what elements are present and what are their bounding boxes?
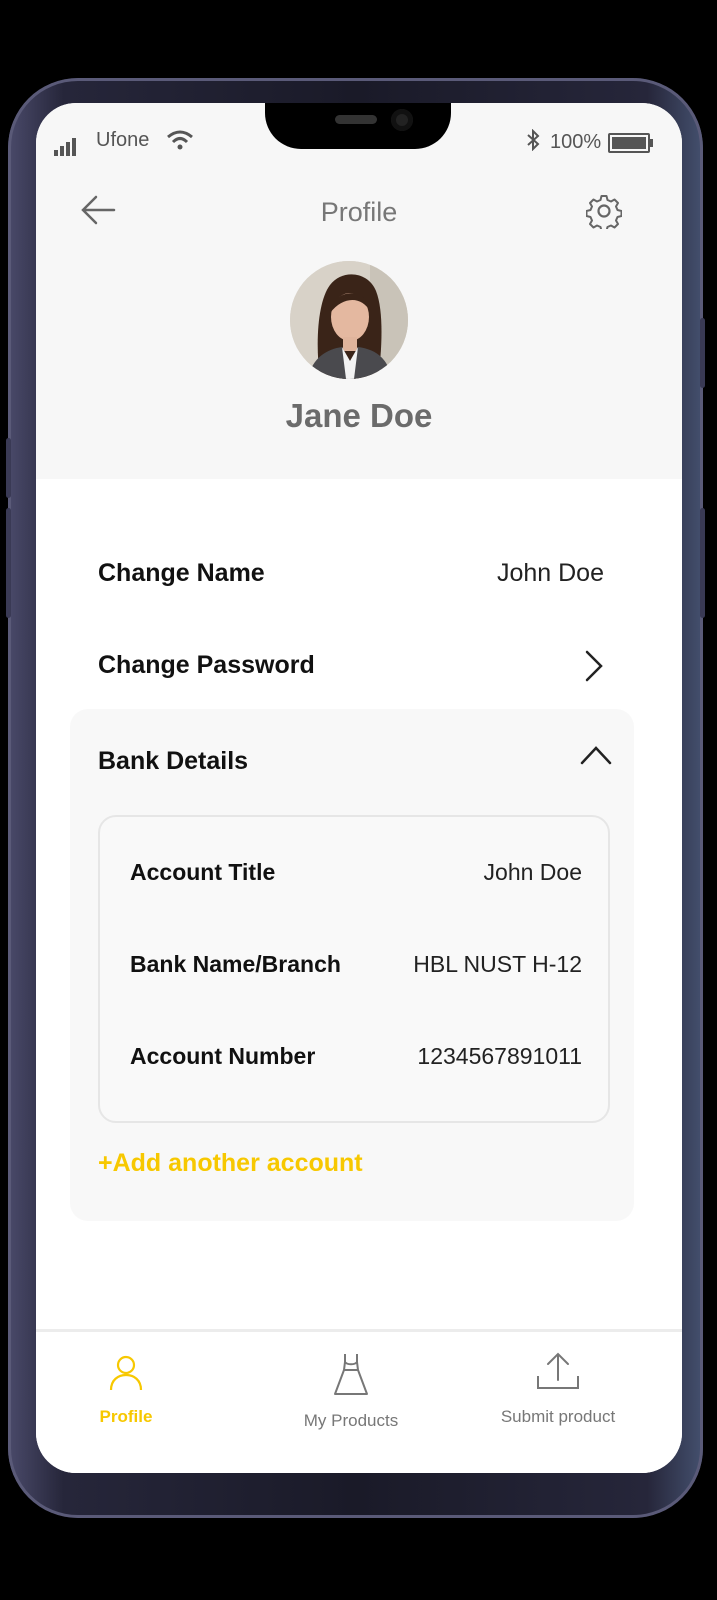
add-account-link[interactable]: +Add another account [98,1149,363,1178]
account-number-row: Account Number 1234567891011 [130,1043,582,1079]
change-password-label: Change Password [98,651,315,679]
chevron-right-icon[interactable] [584,649,604,683]
volume-button [6,508,11,618]
change-name-label: Change Name [98,559,265,587]
carrier-name: Ufone [96,129,150,151]
speaker [335,115,377,124]
battery-icon [608,133,653,153]
wifi-icon [167,130,193,150]
front-camera [391,109,413,131]
user-icon [109,1355,143,1391]
nav-bar: Profile [36,191,682,231]
account-title-label: Account Title [130,859,276,885]
profile-name: Jane Doe [285,397,433,434]
tab-profile-label: Profile [99,1407,153,1426]
power-button [700,318,705,388]
battery-percent: 100% [550,131,602,153]
chevron-up-icon[interactable] [580,745,612,765]
tab-submit-product[interactable]: Submit product [458,1352,658,1427]
tab-my-products-label: My Products [303,1411,399,1430]
tab-my-products[interactable]: My Products [251,1352,451,1431]
app-screen: Ufone 100% Profile Jane Doe Change Name … [36,103,682,1473]
account-title-value: John Doe [483,859,582,885]
bank-name-row: Bank Name/Branch HBL NUST H-12 [130,951,582,987]
notch [265,103,451,149]
profile-header: Ufone 100% Profile Jane Doe [36,103,682,479]
signal-icon [54,133,78,156]
avatar-photo [290,261,408,379]
bank-details-label[interactable]: Bank Details [98,747,248,776]
bank-details-section: Bank Details Account Title John Doe Bank… [70,709,634,1221]
side-button [700,508,705,618]
bank-name-value: HBL NUST H-12 [413,951,582,977]
tab-profile[interactable]: Profile [36,1352,226,1427]
bank-account-card: Account Title John Doe Bank Name/Branch … [98,815,610,1123]
bottom-tab-bar: Profile My Products Submit product [36,1332,682,1473]
change-password-row[interactable]: Change Password [98,649,604,691]
account-number-value: 1234567891011 [417,1043,582,1069]
bank-name-label: Bank Name/Branch [130,951,341,977]
dress-icon [334,1354,368,1395]
volume-button [6,438,11,498]
avatar[interactable] [290,261,408,379]
bluetooth-icon [527,129,540,151]
account-number-label: Account Number [130,1043,316,1069]
account-title-row: Account Title John Doe [130,859,582,895]
gear-icon[interactable] [586,193,622,229]
change-name-value: John Doe [496,559,604,587]
upload-icon [537,1352,579,1389]
change-name-row[interactable]: Change Name John Doe [98,559,604,599]
tab-submit-product-label: Submit product [500,1407,616,1426]
